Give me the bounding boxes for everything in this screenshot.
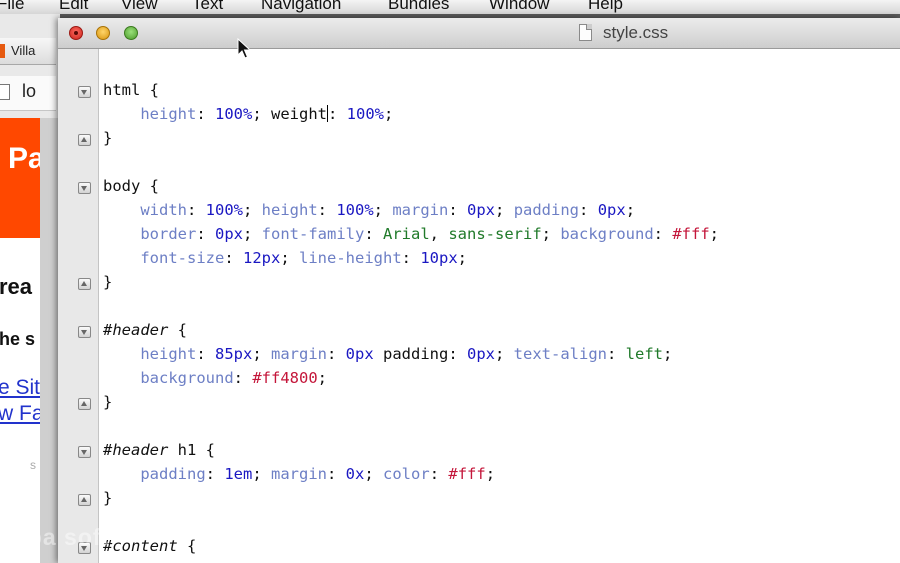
code-line[interactable]: body {	[103, 177, 159, 195]
browser-tab-label: Villa	[11, 43, 36, 58]
code-line[interactable]: #content {	[103, 537, 196, 555]
code-line[interactable]: }	[103, 393, 112, 411]
code-line[interactable]: }	[103, 489, 112, 507]
code-line[interactable]	[103, 417, 112, 435]
favicon-icon	[0, 44, 5, 58]
close-icon[interactable]	[69, 26, 83, 40]
browser-link-1[interactable]: e Sit	[0, 376, 40, 400]
code-line[interactable]: background: #ff4800;	[103, 369, 327, 387]
fold-open-icon[interactable]	[78, 326, 91, 338]
text-cursor	[327, 105, 328, 122]
menu-help[interactable]: Help	[588, 0, 623, 14]
watermark-text: apa soft	[14, 524, 111, 550]
code-line[interactable]: #header {	[103, 321, 187, 339]
fold-open-icon[interactable]	[78, 182, 91, 194]
page-icon	[0, 84, 10, 100]
menu-navigation[interactable]: Navigation	[261, 0, 341, 14]
browser-url-text: lo	[22, 81, 37, 101]
browser-page-header: Pa	[0, 118, 45, 238]
mouse-pointer-icon	[237, 38, 251, 59]
code-line[interactable]: font-size: 12px; line-height: 10px;	[103, 249, 467, 267]
zoom-icon[interactable]	[124, 26, 138, 40]
code-line[interactable]: width: 100%; height: 100%; margin: 0px; …	[103, 201, 635, 219]
menu-window[interactable]: Window	[489, 0, 549, 14]
fold-close-icon[interactable]	[78, 494, 91, 506]
menu-edit[interactable]: Edit	[59, 0, 88, 14]
code-line[interactable]: padding: 1em; margin: 0x; color: #fff;	[103, 465, 495, 483]
fold-close-icon[interactable]	[78, 134, 91, 146]
fold-open-icon[interactable]	[78, 446, 91, 458]
code-line[interactable]: }	[103, 129, 112, 147]
background-browser-window: Villa lo Pa rea he s e Sit w Fa s	[0, 14, 60, 563]
code-line[interactable]	[103, 297, 112, 315]
code-line[interactable]: }	[103, 273, 112, 291]
browser-address-bar[interactable]: lo	[0, 76, 56, 111]
code-line[interactable]	[103, 153, 112, 171]
code-line[interactable]: border: 0px; font-family: Arial, sans-se…	[103, 225, 719, 243]
editor-gutter	[58, 49, 99, 563]
fold-close-icon[interactable]	[78, 278, 91, 290]
code-line[interactable]: html {	[103, 81, 159, 99]
browser-paragraph: he s	[0, 329, 36, 349]
menubar: File Edit View Text Navigation Bundles W…	[0, 0, 900, 14]
fold-open-icon[interactable]	[78, 86, 91, 98]
editor-window: style.css html { height: 100%; weight: 1…	[58, 18, 900, 563]
browser-faded-text: s	[30, 458, 36, 472]
code-line[interactable]: #header h1 {	[103, 441, 215, 459]
browser-window-edge	[40, 118, 60, 563]
document-icon	[579, 24, 592, 41]
code-line[interactable]: height: 85px; margin: 0px padding: 0px; …	[103, 345, 672, 363]
menu-text[interactable]: Text	[192, 0, 223, 14]
browser-link-2[interactable]: w Fa	[0, 402, 44, 426]
menu-bundles[interactable]: Bundles	[388, 0, 449, 14]
menu-view[interactable]: View	[121, 0, 158, 14]
code-editor[interactable]: html { height: 100%; weight: 100%; } bod…	[103, 78, 719, 558]
code-line[interactable]: height: 100%; weight: 100%;	[103, 105, 393, 123]
fold-close-icon[interactable]	[78, 398, 91, 410]
menu-file[interactable]: File	[0, 0, 24, 14]
minimize-icon[interactable]	[96, 26, 110, 40]
editor-titlebar[interactable]: style.css	[58, 18, 900, 49]
browser-page-content: rea he s e Sit w Fa s	[0, 238, 44, 563]
browser-tab[interactable]: Villa	[0, 38, 56, 65]
window-title: style.css	[603, 23, 669, 42]
browser-heading: rea	[0, 274, 33, 299]
